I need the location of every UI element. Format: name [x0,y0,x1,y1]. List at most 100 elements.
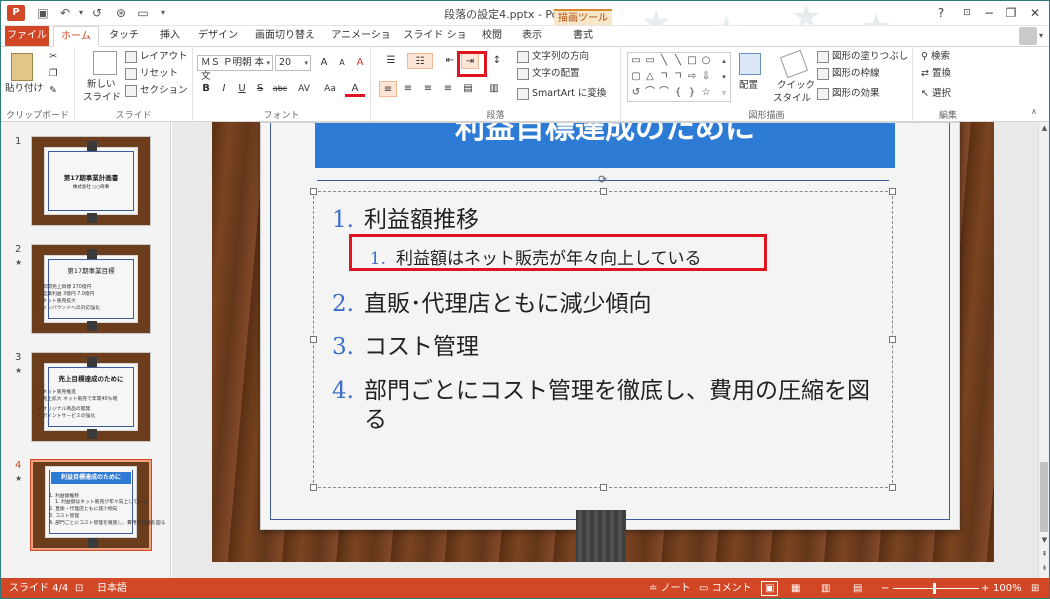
undo-button[interactable]: ↶ [57,5,73,21]
arc-shape-icon[interactable]: ⌒ [658,87,670,99]
slide-thumbnail-2[interactable]: 第17期事業目標 • 年間売上目標 270億円 • 営業利益 3億円 7.0億円… [31,244,151,334]
scrollbar-thumb[interactable] [1040,462,1048,532]
reset-button[interactable]: リセット [125,67,178,81]
character-spacing-button[interactable]: AV [293,81,315,97]
ribbon-display-options-button[interactable]: ⊡ [957,4,977,22]
curve-shape-icon[interactable]: ↺ [630,87,642,99]
new-slide-button[interactable]: 新しい [87,78,116,92]
tab-home[interactable]: ホーム [53,26,99,47]
tab-slideshow[interactable]: スライド ショー [401,26,469,61]
redo-button[interactable]: ↺ [89,5,105,21]
list-item[interactable]: 3. コスト管理 [314,327,479,361]
slide-thumbnail-3[interactable]: 売上目標達成のために • ネット販売推進 • 売上拡大 ネット販売で年間40％増… [31,352,151,442]
save-icon[interactable]: ▣ [35,5,51,21]
shape-effects-button[interactable]: 図形の効果 [817,87,880,101]
grow-font-button[interactable]: A [315,55,333,71]
help-button[interactable]: ? [931,4,951,22]
new-slide-icon[interactable] [93,51,117,75]
open-folder-icon[interactable]: ▭ [135,5,151,21]
elbow-connector-shape-icon[interactable]: ㄱ [672,71,684,83]
tab-animations[interactable]: アニメーション [327,26,395,61]
spell-check-icon[interactable]: ⊡ [75,578,83,598]
list-item-continued[interactable]: る [314,400,387,434]
zoom-in-button[interactable]: + [981,578,989,598]
align-right-button[interactable]: ≡ [419,81,437,97]
normal-view-button[interactable]: ▣ [761,581,779,596]
zoom-slider-thumb[interactable] [933,583,936,594]
zoom-level[interactable]: 100% [993,578,1022,598]
copy-icon[interactable]: ❐ [49,67,58,81]
start-slideshow-icon[interactable]: ⊛ [113,5,129,21]
font-size-select[interactable]: 20 ▾ [275,55,311,71]
strikethrough-button[interactable]: abc [269,81,291,97]
brace-left-shape-icon[interactable]: { [672,87,684,99]
slideshow-view-button[interactable]: ▤ [853,578,862,598]
resize-handle[interactable] [889,188,896,195]
font-name-select[interactable]: ＭＳ Ｐ明朝 本文 ▾ [197,55,273,82]
previous-slide-icon[interactable]: ⇞ [1039,550,1049,558]
bullets-button[interactable]: ☰ [379,53,403,69]
line-shape-icon[interactable]: ╲ [658,55,670,67]
tab-file[interactable]: ファイル [5,26,49,46]
numbering-button[interactable]: ☷ [407,53,433,69]
resize-handle[interactable] [600,188,607,195]
paste-icon[interactable] [11,53,33,81]
resize-handle[interactable] [889,336,896,343]
layout-button[interactable]: レイアウト [125,50,188,64]
distributed-button[interactable]: ▤ [459,81,477,97]
vertical-textbox-shape-icon[interactable]: ▭ [644,55,656,67]
tab-transitions[interactable]: 画面切り替え [249,26,321,46]
list-item[interactable]: 1. 利益額推移 [314,200,479,234]
quick-styles-icon[interactable] [779,49,809,79]
replace-button[interactable]: ⇄ 置換 [921,67,951,81]
fit-to-window-icon[interactable]: ⊞ [1031,578,1039,598]
arrange-icon[interactable] [739,53,761,75]
shapes-gallery[interactable]: ▭ ▭ ╲ ╲ □ ○ ▢ △ ㄱ ㄱ ⇨ ⇩ ↺ ⌒ ⌒ { } ☆ ▴ ▾ [627,52,731,102]
justify-button[interactable]: ≡ [439,81,457,97]
close-button[interactable]: ✕ [1025,4,1045,22]
slide-sorter-button[interactable]: ▦ [791,578,800,598]
triangle-shape-icon[interactable]: △ [644,71,656,83]
undo-dropdown-icon[interactable]: ▾ [73,5,89,21]
freeform-shape-icon[interactable]: ⌒ [644,87,656,99]
slide-thumbnail-4[interactable]: 利益目標達成のために 1. 利益額推移 1. 利益額はネット販売が年々向上してい… [30,459,165,551]
line-shape-icon[interactable]: ╲ [672,55,684,67]
section-button[interactable]: セクション [125,84,188,98]
textbox-shape-icon[interactable]: ▭ [630,55,642,67]
resize-handle[interactable] [310,484,317,491]
slide-title[interactable]: 利益目標達成のために [315,123,895,168]
resize-handle[interactable] [310,188,317,195]
arrow-shape-icon[interactable]: ⇩ [700,71,712,83]
notes-button[interactable]: ≐ ノート [649,578,691,598]
elbow-connector-shape-icon[interactable]: ㄱ [658,71,670,83]
shape-outline-button[interactable]: 図形の枠線 [817,67,880,81]
language-indicator[interactable]: 日本語 [97,578,127,598]
scroll-down-icon[interactable]: ▼ [1039,536,1049,544]
minimize-button[interactable]: − [979,4,999,22]
restore-button[interactable]: ❐ [1001,4,1021,22]
select-button[interactable]: ↖ 選択 [921,87,951,101]
rounded-rectangle-shape-icon[interactable]: ▢ [630,71,642,83]
tab-touch[interactable]: タッチ [105,26,143,46]
align-left-button[interactable]: ≡ [379,81,397,97]
tab-format[interactable]: 書式 [561,26,605,46]
smartart-button[interactable]: SmartArt に変換 [517,87,606,101]
current-slide[interactable]: 利益目標達成のために ⟳ 1. 利益額推移 1. 利益額はネット販売が年々向上してい… [212,122,994,562]
line-spacing-button[interactable]: ↕ [487,53,507,69]
find-button[interactable]: ⚲ 検索 [921,50,950,64]
arrow-shape-icon[interactable]: ⇨ [686,71,698,83]
collapse-ribbon-icon[interactable]: ∧ [1031,107,1037,116]
scroll-up-icon[interactable]: ▲ [1039,124,1049,132]
tab-design[interactable]: デザイン [195,26,241,46]
gallery-more-icon[interactable]: ▿ [718,87,730,99]
reading-view-button[interactable]: ▥ [821,578,830,598]
quick-styles-label-2[interactable]: スタイル [773,92,811,106]
underline-button[interactable]: U [233,81,251,97]
change-case-button[interactable]: Aa [319,81,341,97]
list-item[interactable]: 2. 直販･代理店ともに減少傾向 [314,284,651,318]
gallery-down-icon[interactable]: ▾ [718,71,730,83]
rotate-handle-icon[interactable]: ⟳ [598,173,607,186]
star-shape-icon[interactable]: ☆ [700,87,712,99]
list-item[interactable]: 4. 部門ごとにコスト管理を徹底し、費用の圧縮を図 [314,371,870,405]
new-slide-label-2[interactable]: スライド [83,91,121,105]
